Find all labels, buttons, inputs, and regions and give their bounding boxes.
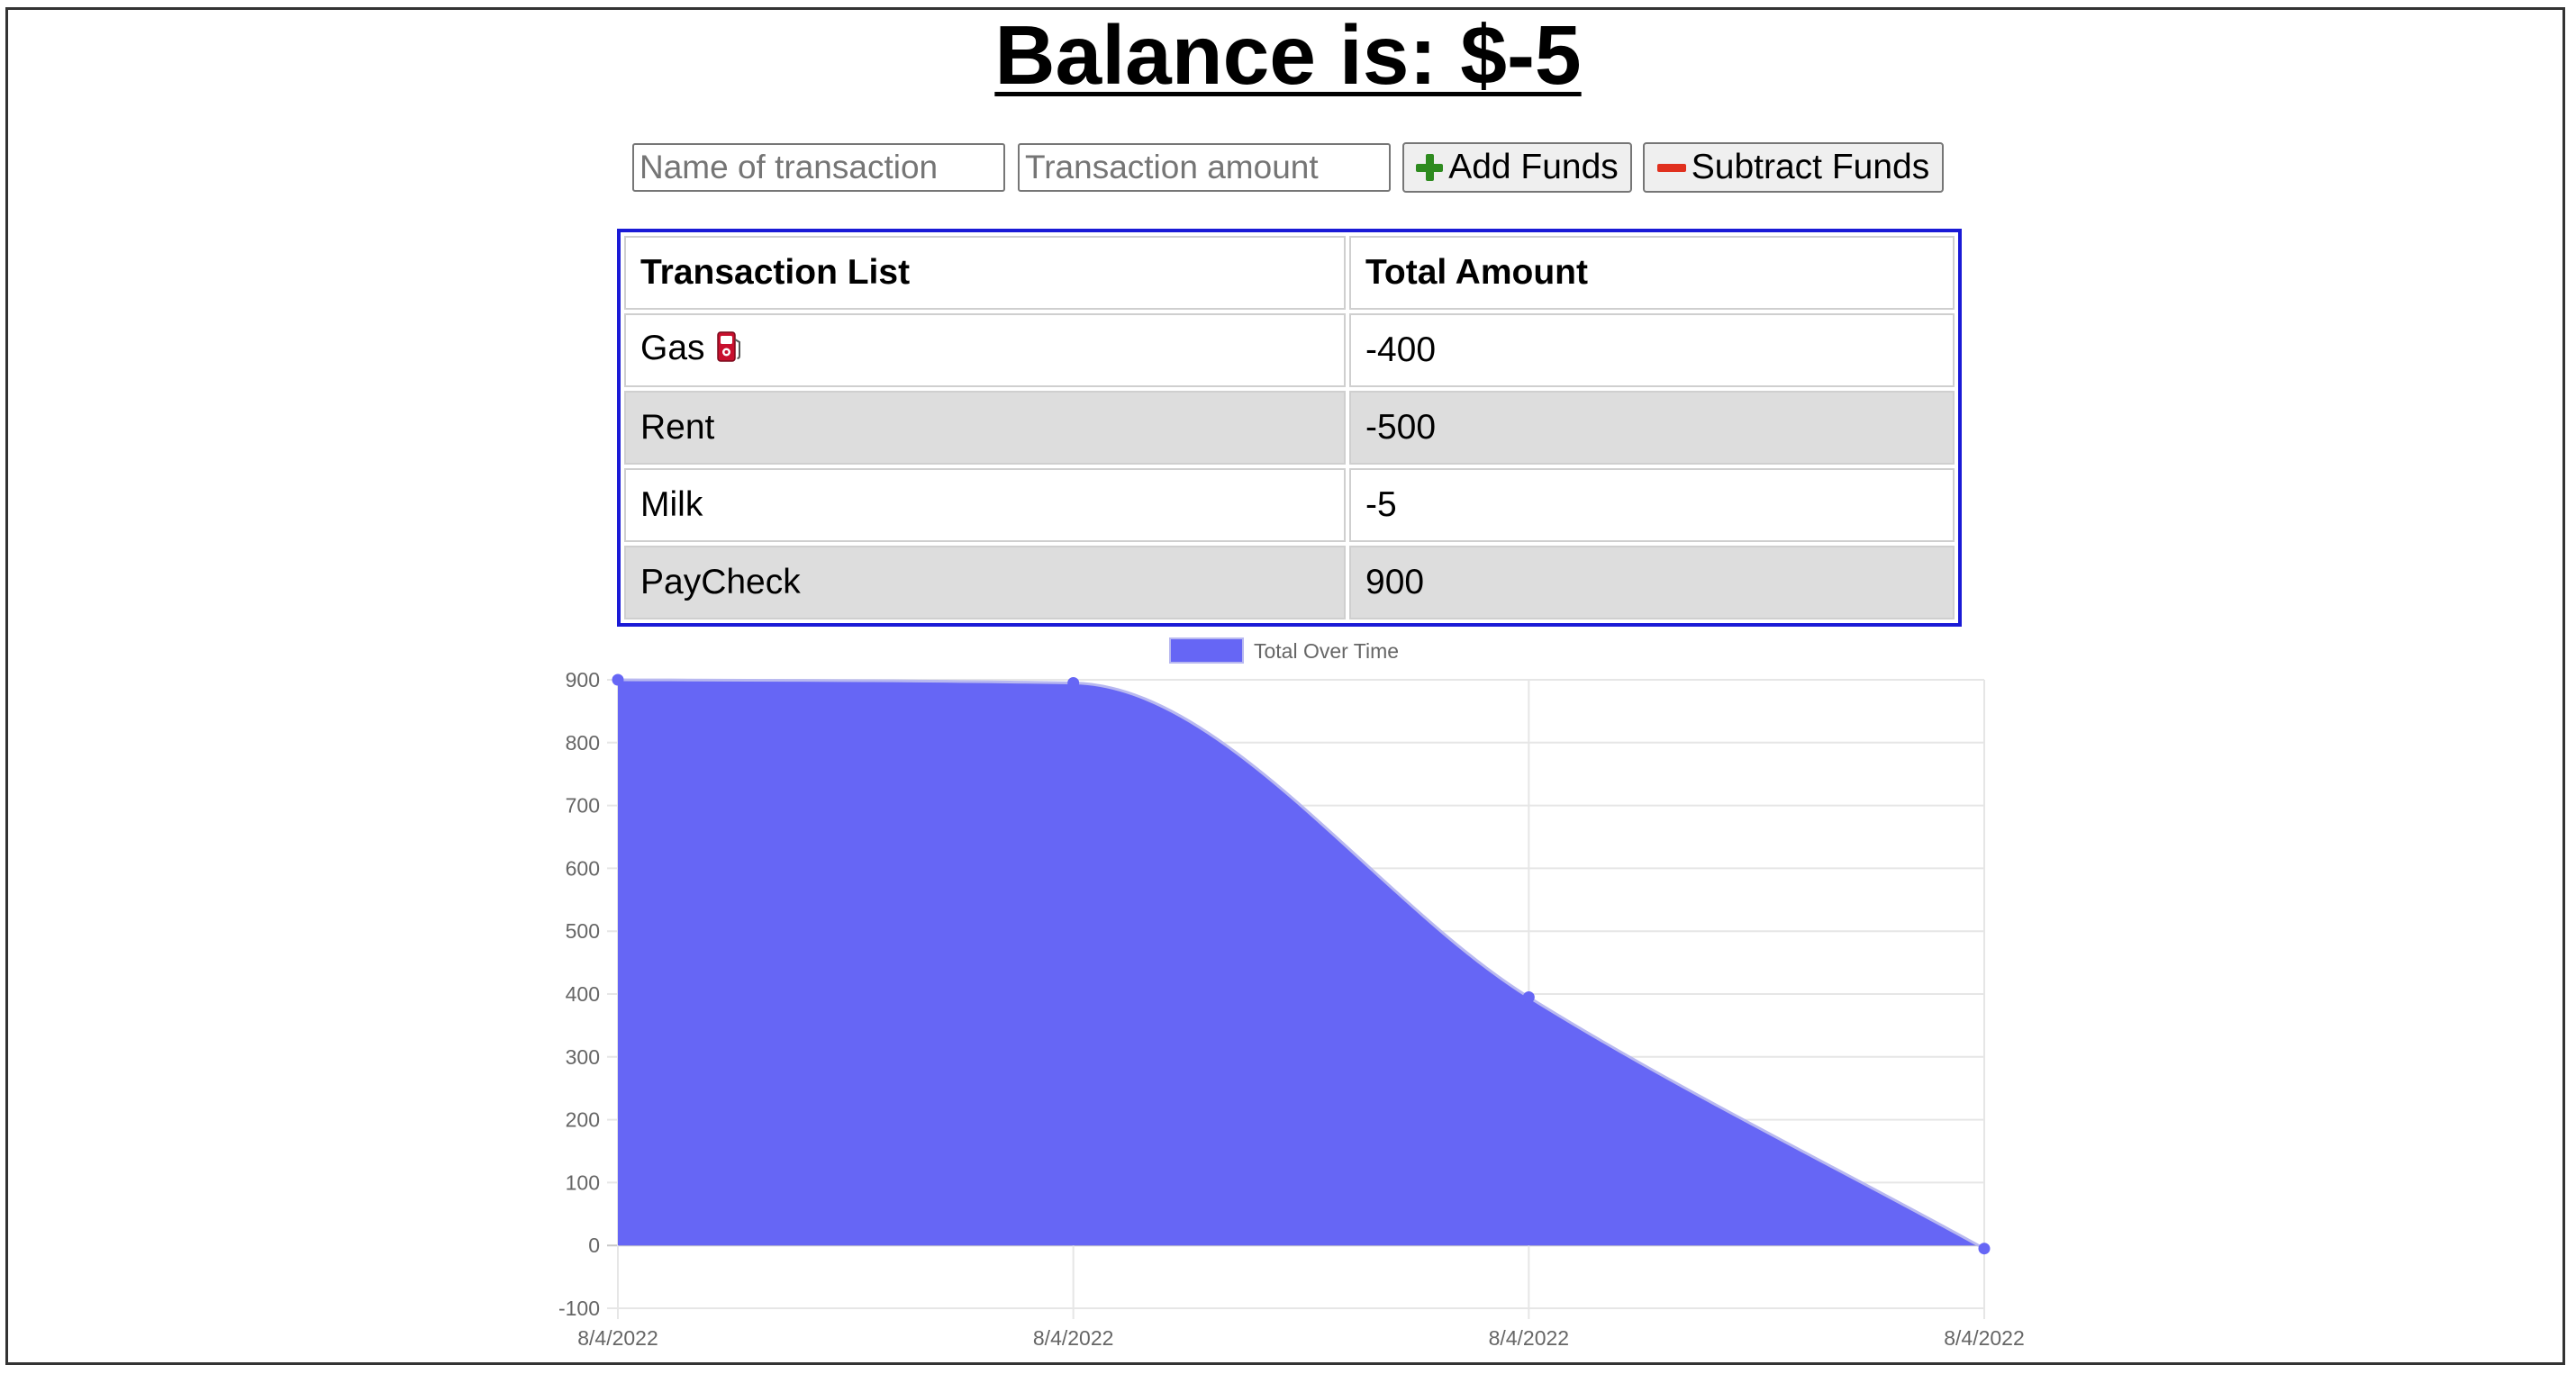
x-tick-label: 8/4/2022	[1033, 1326, 1114, 1350]
table-row: Milk -5	[624, 468, 1955, 542]
y-tick-label: 600	[566, 856, 600, 880]
transaction-name-input[interactable]	[632, 143, 1005, 192]
data-point	[1067, 676, 1080, 689]
subtract-funds-button[interactable]: Subtract Funds	[1643, 142, 1944, 193]
transaction-table: Transaction List Total Amount Gas -400 R…	[617, 229, 1962, 627]
header-transaction-list: Transaction List	[624, 236, 1346, 310]
add-funds-button[interactable]: Add Funds	[1402, 142, 1632, 193]
table-row: Rent -500	[624, 391, 1955, 465]
transaction-amount: -5	[1349, 468, 1955, 542]
transaction-amount: 900	[1349, 546, 1955, 619]
subtract-funds-label: Subtract Funds	[1691, 148, 1930, 186]
fuel-pump-icon	[716, 330, 743, 372]
data-point	[1522, 990, 1535, 1003]
y-tick-label: 0	[588, 1234, 600, 1257]
y-tick-label: 900	[566, 668, 600, 692]
legend-label: Total Over Time	[1254, 639, 1399, 663]
transaction-amount: -500	[1349, 391, 1955, 465]
y-tick-label: -100	[558, 1297, 600, 1320]
table-header-row: Transaction List Total Amount	[624, 236, 1955, 310]
x-tick-label: 8/4/2022	[1489, 1326, 1570, 1350]
y-tick-label: 500	[566, 919, 600, 943]
transaction-amount-input[interactable]	[1018, 143, 1391, 192]
data-point	[612, 673, 624, 686]
y-tick-label: 400	[566, 982, 600, 1006]
plus-icon	[1416, 154, 1444, 181]
data-point	[1978, 1243, 1991, 1255]
x-tick-label: 8/4/2022	[577, 1326, 658, 1350]
header-total-amount: Total Amount	[1349, 236, 1955, 310]
minus-icon	[1656, 154, 1686, 181]
transaction-name: Gas	[640, 329, 705, 367]
transaction-name: Rent	[624, 391, 1346, 465]
balance-title: Balance is: $-5	[994, 8, 1582, 102]
transaction-amount: -400	[1349, 313, 1955, 387]
y-tick-label: 200	[566, 1108, 600, 1132]
add-funds-label: Add Funds	[1448, 148, 1619, 186]
transaction-name: PayCheck	[624, 546, 1346, 619]
table-row: Gas -400	[624, 313, 1955, 387]
y-tick-label: 100	[566, 1171, 600, 1194]
transaction-name: Milk	[624, 468, 1346, 542]
x-tick-label: 8/4/2022	[1944, 1326, 2025, 1350]
table-row: PayCheck 900	[624, 546, 1955, 619]
transaction-name-cell: Gas	[624, 313, 1346, 387]
y-tick-label: 800	[566, 731, 600, 755]
y-tick-label: 300	[566, 1045, 600, 1069]
legend-swatch	[1169, 637, 1244, 664]
y-tick-label: 700	[566, 794, 600, 818]
